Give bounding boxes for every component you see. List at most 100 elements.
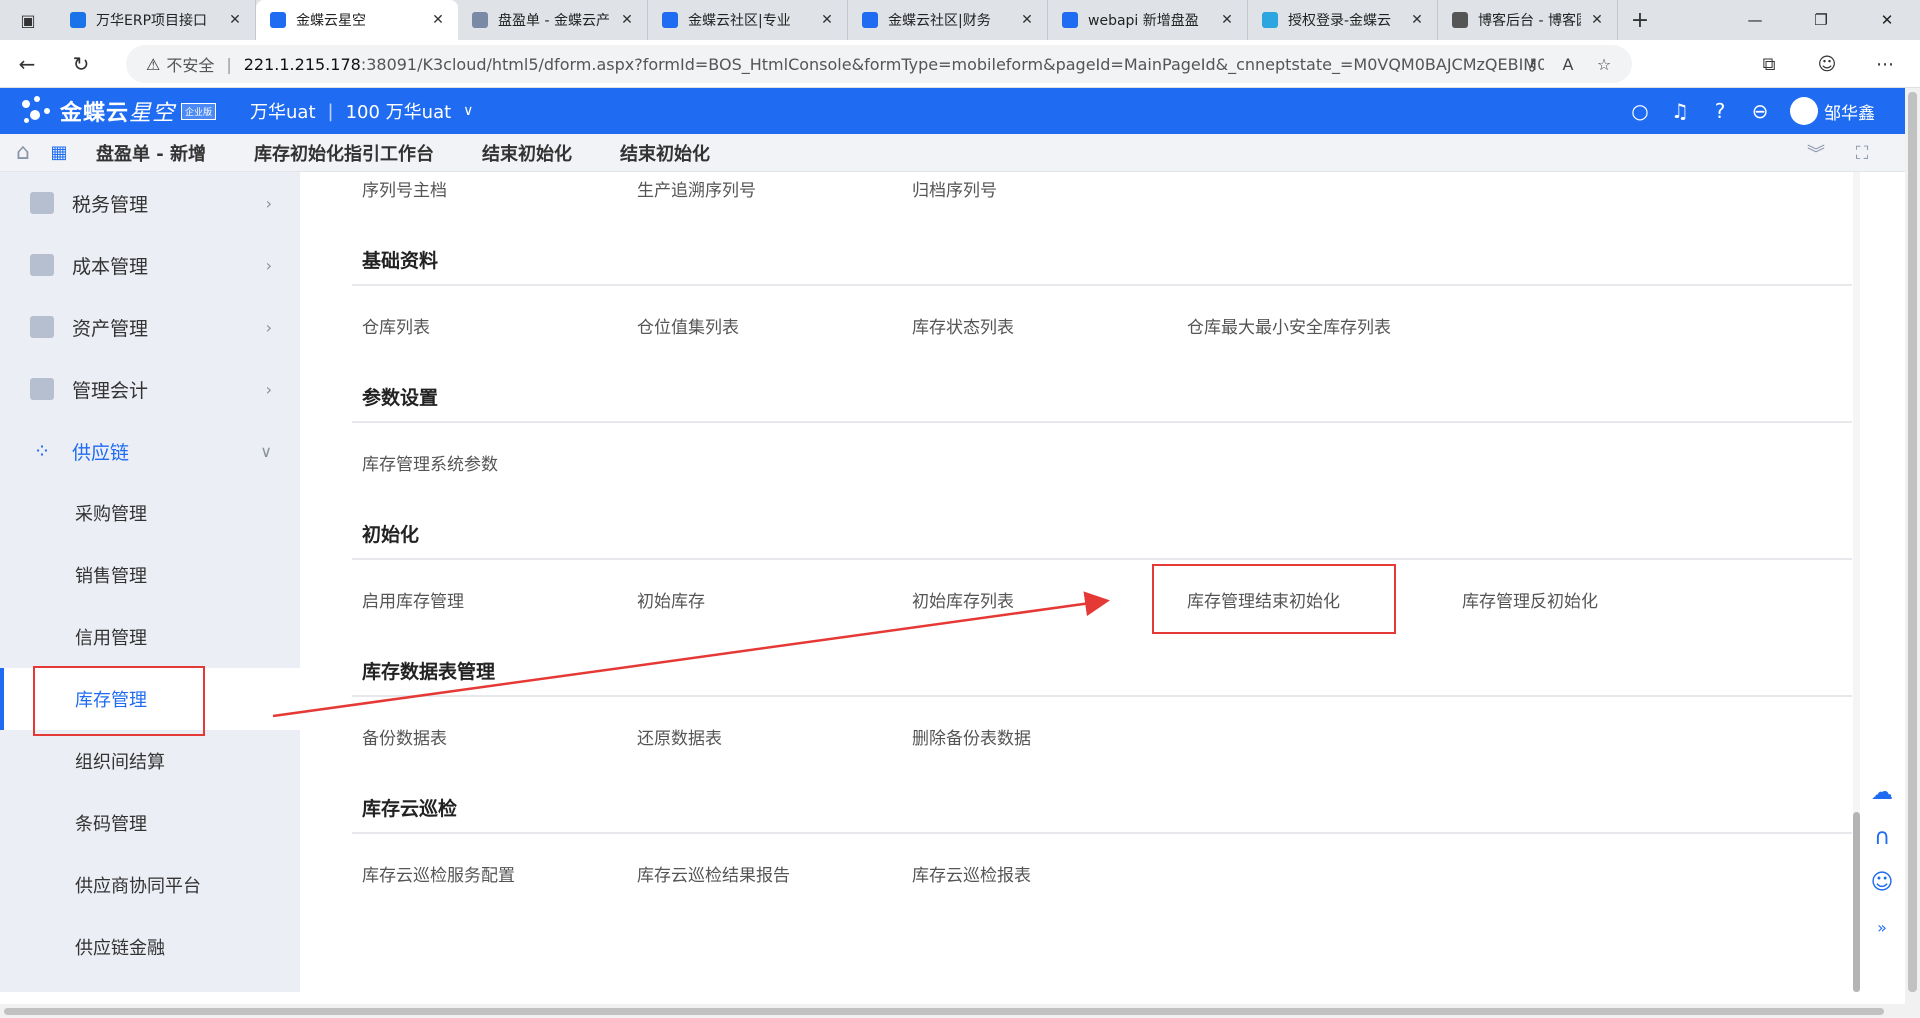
search-icon[interactable]: ○: [1620, 99, 1660, 123]
link-restore-tables[interactable]: 还原数据表: [637, 724, 722, 749]
link-stock-status-list[interactable]: 库存状态列表: [912, 313, 1014, 338]
section-title-data-tables: 库存数据表管理: [362, 661, 496, 683]
cloud-icon[interactable]: ☁: [1871, 770, 1893, 815]
sidebar-item-asset[interactable]: 资产管理 ›: [0, 296, 300, 358]
url-field[interactable]: ⚠ 不安全 | 221.1.215.178:38091/K3cloud/html…: [126, 45, 1632, 83]
help-icon[interactable]: ?: [1700, 99, 1740, 123]
double-chevron-right-icon[interactable]: »: [1877, 905, 1887, 950]
link-inspection-result-report[interactable]: 库存云巡检结果报告: [637, 861, 790, 886]
sidebar-item-mgmt-accounting[interactable]: 管理会计 ›: [0, 358, 300, 420]
tab-inventory-init-guide[interactable]: 库存初始化指引工作台: [254, 140, 434, 166]
annotation-box-inventory: [33, 666, 205, 736]
edge-collections-icon[interactable]: ⧉: [1740, 54, 1798, 75]
sidebar-sub-purchase[interactable]: 采购管理: [0, 482, 300, 544]
tab-close-icon[interactable]: ✕: [1587, 12, 1607, 28]
new-tab-button[interactable]: +: [1618, 0, 1662, 40]
url-separator: |: [226, 54, 232, 74]
restore-icon[interactable]: ❐: [1788, 0, 1854, 40]
minimize-icon[interactable]: —: [1722, 0, 1788, 40]
browser-tab[interactable]: 万华ERP项目接口 ✕: [56, 0, 256, 40]
read-aloud-icon[interactable]: A: [1550, 55, 1586, 74]
link-delete-backup-data[interactable]: 删除备份表数据: [912, 724, 1031, 749]
headset-icon[interactable]: ∩: [1874, 815, 1890, 860]
tab-title: 盘盈单 - 金蝶云产: [498, 13, 610, 29]
tab-end-init-1[interactable]: 结束初始化: [482, 140, 572, 166]
bell-icon[interactable]: ♫: [1660, 99, 1700, 123]
more-menu-icon[interactable]: ⋯: [1856, 54, 1914, 75]
back-icon[interactable]: ←: [0, 40, 54, 88]
tab-close-icon[interactable]: ✕: [225, 12, 245, 28]
link-backup-tables[interactable]: 备份数据表: [362, 724, 447, 749]
profile-avatar-icon[interactable]: ☺: [1798, 54, 1856, 75]
content-scrollbar-thumb[interactable]: [1853, 812, 1860, 992]
link-serial-master[interactable]: 序列号主档: [362, 176, 447, 201]
chevron-right-icon: ›: [265, 255, 272, 275]
browser-tab[interactable]: 金蝶云社区|财务 ✕: [848, 0, 1048, 40]
tab-favicon-icon: [270, 12, 286, 28]
link-inventory-system-params[interactable]: 库存管理系统参数: [362, 450, 498, 475]
sidebar-item-label: 供应链: [72, 441, 130, 464]
section-title-params: 参数设置: [362, 387, 439, 409]
favorite-add-icon[interactable]: ☆: [1586, 55, 1622, 74]
tab-close-icon[interactable]: ✕: [817, 12, 837, 28]
link-safety-stock-list[interactable]: 仓库最大最小安全库存列表: [1187, 313, 1391, 338]
smile-icon[interactable]: ☺: [1871, 860, 1894, 905]
collapse-double-chevron-icon[interactable]: ︾: [1793, 140, 1839, 166]
key-icon[interactable]: ⚷: [1514, 55, 1550, 74]
org-switcher[interactable]: 万华uat | 100 万华uat ∨: [250, 98, 473, 124]
app-logo[interactable]: 金蝶云星空 企业版: [0, 94, 250, 128]
close-window-icon[interactable]: ✕: [1854, 0, 1920, 40]
sidebar-sub-sales[interactable]: 销售管理: [0, 544, 300, 606]
sidebar-sub-supply-finance[interactable]: 供应链金融: [0, 916, 300, 978]
sidebar-sub-supplier-portal[interactable]: 供应商协同平台: [0, 854, 300, 916]
tab-close-icon[interactable]: ✕: [1407, 12, 1427, 28]
link-archived-serial[interactable]: 归档序列号: [912, 176, 997, 201]
sidebar-item-tax[interactable]: 税务管理 ›: [0, 172, 300, 234]
browser-tab[interactable]: 博客后台 - 博客园 ✕: [1438, 0, 1618, 40]
home-icon[interactable]: ⌂: [0, 140, 46, 165]
minus-circle-icon[interactable]: ⊖: [1740, 99, 1780, 123]
avatar[interactable]: [1790, 97, 1818, 125]
link-reverse-initialization[interactable]: 库存管理反初始化: [1462, 587, 1598, 612]
horizontal-scrollbar-thumb[interactable]: [4, 1008, 1884, 1015]
horizontal-scrollbar[interactable]: [0, 1004, 1905, 1018]
app-grid-icon[interactable]: ▦: [46, 142, 72, 163]
link-inspection-report[interactable]: 库存云巡检报表: [912, 861, 1031, 886]
sidebar-sub-inter-org-settlement[interactable]: 组织间结算: [0, 730, 300, 792]
tab-favicon-icon: [662, 12, 678, 28]
tab-title: webapi 新增盘盈: [1088, 13, 1199, 29]
supply-chain-icon: ⁘: [33, 439, 51, 463]
sidebar-item-cost[interactable]: 成本管理 ›: [0, 234, 300, 296]
browser-tab[interactable]: 授权登录-金蝶云 ✕: [1248, 0, 1438, 40]
link-warehouse-list[interactable]: 仓库列表: [362, 313, 430, 338]
link-initial-stock[interactable]: 初始库存: [637, 587, 705, 612]
link-production-trace-serial[interactable]: 生产追溯序列号: [637, 176, 756, 201]
sidebar-item-supply-chain[interactable]: ⁘ 供应链 ∨: [0, 420, 300, 482]
sidebar-sub-credit[interactable]: 信用管理: [0, 606, 300, 668]
warning-icon: ⚠: [146, 54, 161, 74]
content-scrollbar[interactable]: [1853, 172, 1860, 992]
link-location-value-set[interactable]: 仓位值集列表: [637, 313, 739, 338]
link-initial-stock-list[interactable]: 初始库存列表: [912, 587, 1014, 612]
sidebar-sub-barcode[interactable]: 条码管理: [0, 792, 300, 854]
tab-close-icon[interactable]: ✕: [1017, 12, 1037, 28]
tab-close-icon[interactable]: ✕: [1217, 12, 1237, 28]
user-name[interactable]: 邹华鑫: [1824, 99, 1875, 124]
browser-tab[interactable]: 金蝶云社区|专业 ✕: [648, 0, 848, 40]
tab-close-icon[interactable]: ✕: [617, 12, 637, 28]
browser-tab[interactable]: 盘盈单 - 金蝶云产 ✕: [458, 0, 648, 40]
link-enable-inventory[interactable]: 启用库存管理: [362, 587, 464, 612]
page-scrollbar[interactable]: [1905, 88, 1920, 1018]
refresh-icon[interactable]: ↻: [54, 40, 108, 88]
tab-favicon-icon: [472, 12, 488, 28]
browser-tab[interactable]: 金蝶云星空 ✕: [256, 0, 458, 40]
tab-pandan-add[interactable]: 盘盈单 - 新增: [96, 140, 206, 166]
sidebar-item-label: 税务管理: [72, 193, 149, 216]
tab-close-icon[interactable]: ✕: [428, 12, 448, 28]
tab-end-init-2[interactable]: 结束初始化: [620, 140, 710, 166]
fullscreen-icon[interactable]: ⛶: [1839, 143, 1885, 164]
browser-tab[interactable]: webapi 新增盘盈 ✕: [1048, 0, 1248, 40]
link-inspection-config[interactable]: 库存云巡检服务配置: [362, 861, 515, 886]
tab-actions-icon[interactable]: ▣: [0, 0, 56, 40]
page-scrollbar-thumb[interactable]: [1908, 92, 1917, 992]
